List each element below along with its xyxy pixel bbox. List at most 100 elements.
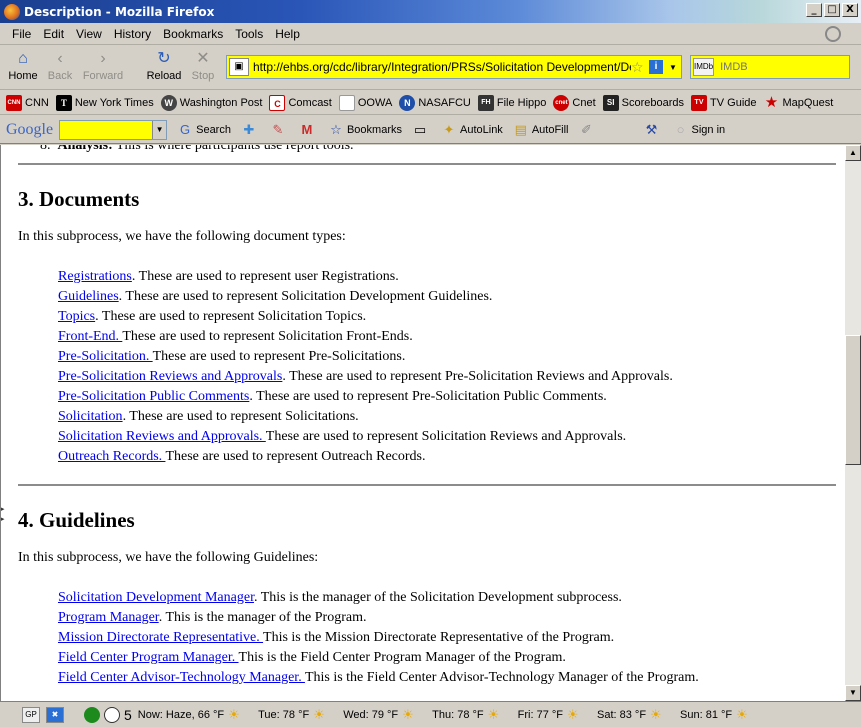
google-card-button[interactable]: ▭ <box>412 122 431 138</box>
close-button[interactable]: X <box>842 3 858 17</box>
menu-bar: File Edit View History Bookmarks Tools H… <box>0 23 861 45</box>
weather-now[interactable]: Now: Haze, 66 °F ☀ <box>138 707 250 723</box>
search-engine-icon[interactable]: IMDb <box>693 58 715 76</box>
google-search-input[interactable]: ▼ <box>59 119 168 140</box>
weather-tue[interactable]: Tue: 78 °F ☀ <box>258 707 335 723</box>
scroll-down-button[interactable]: ▼ <box>845 685 861 701</box>
link-pre-solicitation-public-comments[interactable]: Pre-Solicitation Public Comments <box>58 389 249 404</box>
google-bookmark-pin-button[interactable]: ✎ <box>270 122 289 138</box>
menu-file[interactable]: File <box>6 27 37 41</box>
guidelines-heading: 4. Guidelines <box>18 508 135 532</box>
back-button[interactable]: ‹ Back <box>44 50 76 86</box>
page-content: 8. Analysis: This is where participants … <box>18 145 836 688</box>
bookmark-scoreboards[interactable]: SI Scoreboards <box>602 94 684 111</box>
autolink-wand-icon: ✦ <box>443 121 455 137</box>
maximize-button[interactable]: □ <box>824 3 840 17</box>
menu-edit[interactable]: Edit <box>37 27 70 41</box>
link-solicitation[interactable]: Solicitation <box>58 409 123 424</box>
documents-intro: In this subprocess, we have the followin… <box>18 229 346 244</box>
site-identity-icon[interactable]: ▣ <box>229 58 249 76</box>
autolink-button[interactable]: ✦ AutoLink <box>441 122 503 138</box>
link-front-end[interactable]: Front-End. <box>58 329 122 344</box>
search-bar[interactable]: IMDb ⌕ <box>690 55 861 79</box>
google-bookmarks-button[interactable]: ☆ Bookmarks <box>328 122 402 138</box>
reload-button[interactable]: ↻ Reload <box>144 50 184 86</box>
menu-tools[interactable]: Tools <box>229 27 269 41</box>
url-bar[interactable]: ▣ ☆ i ▼ <box>226 55 682 79</box>
green-status-icon[interactable] <box>84 706 100 723</box>
bookmark-washington-post[interactable]: W Washington Post <box>160 94 262 111</box>
chevron-down-icon[interactable]: ▼ <box>152 120 167 139</box>
firefox-icon <box>4 3 20 20</box>
vertical-scrollbar[interactable]: ▲ ▼ <box>845 145 861 701</box>
menu-view[interactable]: View <box>70 27 108 41</box>
google-settings-button[interactable]: ⚒ <box>644 122 663 138</box>
google-search-button[interactable]: G Search <box>177 122 231 138</box>
bookmark-star-icon[interactable]: ☆ <box>631 59 647 76</box>
menu-bookmarks[interactable]: Bookmarks <box>157 27 229 41</box>
bookmark-mapquest[interactable]: ★ MapQuest <box>764 94 833 111</box>
scroll-thumb[interactable] <box>845 335 861 465</box>
count-badge: 5 <box>124 706 132 723</box>
link-field-center-advisor-technology-manager[interactable]: Field Center Advisor-Technology Manager. <box>58 670 305 685</box>
link-registrations[interactable]: Registrations <box>58 269 132 284</box>
bookmarks-star-icon: ☆ <box>330 121 342 137</box>
sign-in-circle-icon: ○ <box>676 121 685 137</box>
minimize-button[interactable]: _ <box>806 3 822 17</box>
weather-wed[interactable]: Wed: 79 °F ☀ <box>343 707 424 723</box>
link-topics[interactable]: Topics <box>58 309 95 324</box>
stop-button[interactable]: ✕ Stop <box>188 50 218 86</box>
autofill-button[interactable]: ▤ AutoFill <box>513 122 569 138</box>
list-item: Field Center Program Manager. This is th… <box>58 650 566 665</box>
forward-label: Forward <box>82 70 124 82</box>
bookmark-new-york-times[interactable]: T New York Times <box>55 94 154 111</box>
link-solicitation-reviews[interactable]: Solicitation Reviews and Approvals. <box>58 429 266 444</box>
bookmark-file-hippo[interactable]: FH File Hippo <box>477 94 546 111</box>
throbber-icon <box>825 26 841 42</box>
url-input[interactable] <box>253 60 631 74</box>
google-eraser-button[interactable]: ✐ <box>579 122 598 138</box>
weather-fri[interactable]: Fri: 77 °F ☀ <box>518 707 589 723</box>
gp-icon[interactable]: GP <box>22 706 40 723</box>
clock-icon[interactable] <box>104 706 120 723</box>
forward-arrow-icon: › <box>100 50 106 67</box>
list-item: Mission Directorate Representative. This… <box>58 630 615 645</box>
scroll-up-button[interactable]: ▲ <box>845 145 861 161</box>
documents-list: Registrations. These are used to represe… <box>18 267 836 467</box>
link-solicitation-development-manager[interactable]: Solicitation Development Manager <box>58 590 254 605</box>
weather-sun-icon: ☀ <box>736 706 748 722</box>
gmail-button[interactable]: M <box>299 122 318 138</box>
link-mission-directorate-representative[interactable]: Mission Directorate Representative. <box>58 630 263 645</box>
bookmark-cnet[interactable]: cnet Cnet <box>553 94 596 111</box>
bookmark-tv-guide[interactable]: TV TV Guide <box>691 94 757 111</box>
washington-post-icon: W <box>160 94 177 111</box>
google-g-icon: G <box>180 121 191 137</box>
bookmark-cnn[interactable]: CNN CNN <box>6 94 49 111</box>
search-input[interactable] <box>714 61 861 73</box>
documents-heading: 3. Documents <box>18 187 140 211</box>
weather-sat[interactable]: Sat: 83 °F ☀ <box>597 707 672 723</box>
link-guidelines[interactable]: Guidelines <box>58 289 119 304</box>
sidebar-grip-icon[interactable]: ▸ ▸ <box>1 505 7 535</box>
bookmark-nasafcu[interactable]: N NASAFCU <box>399 94 471 111</box>
link-pre-solicitation-reviews[interactable]: Pre-Solicitation Reviews and Approvals <box>58 369 282 384</box>
extension-icon[interactable]: ✖ <box>46 706 64 723</box>
menu-help[interactable]: Help <box>269 27 306 41</box>
url-dropdown-icon[interactable]: ▼ <box>669 63 681 72</box>
bookmark-comcast[interactable]: C Comcast <box>269 94 332 111</box>
sign-in-button[interactable]: ○ Sign in <box>673 122 726 138</box>
menu-history[interactable]: History <box>108 27 157 41</box>
info-icon[interactable]: i <box>649 60 663 74</box>
google-toolbar: Google ▼ G Search ✚ ✎ M ☆ Bookmarks ▭ ✦ … <box>0 116 861 144</box>
link-outreach-records[interactable]: Outreach Records. <box>58 449 165 464</box>
weather-sun[interactable]: Sun: 81 °F ☀ <box>680 707 758 723</box>
link-program-manager[interactable]: Program Manager <box>58 610 159 625</box>
back-label: Back <box>47 70 73 82</box>
link-field-center-program-manager[interactable]: Field Center Program Manager. <box>58 650 239 665</box>
google-plus-button[interactable]: ✚ <box>241 122 260 138</box>
link-pre-solicitation[interactable]: Pre-Solicitation. <box>58 349 153 364</box>
home-button[interactable]: ⌂ Home <box>6 50 40 86</box>
bookmark-oowa[interactable]: OOWA <box>338 94 392 111</box>
weather-thu[interactable]: Thu: 78 °F ☀ <box>432 707 509 723</box>
forward-button[interactable]: › Forward <box>80 50 126 86</box>
